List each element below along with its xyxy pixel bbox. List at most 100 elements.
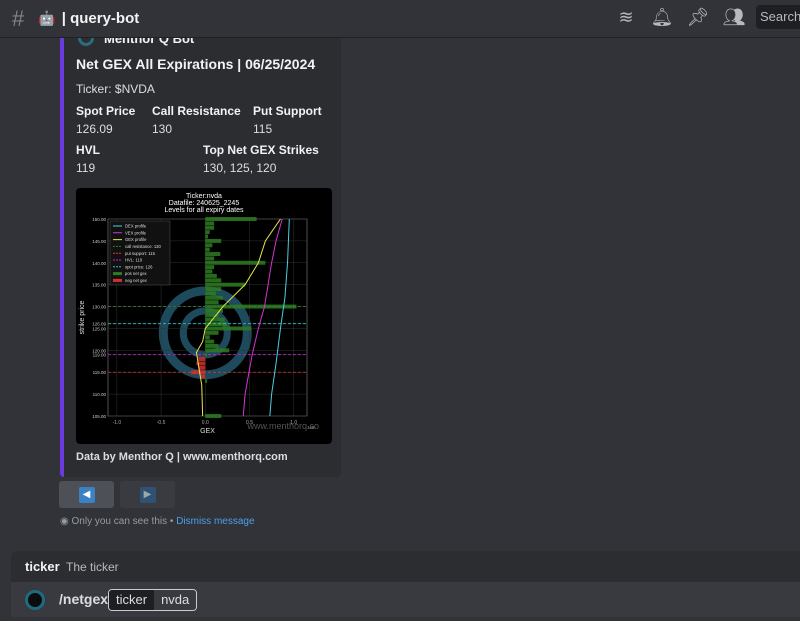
field-name: Spot Price <box>76 104 136 118</box>
bell-icon[interactable]: 🔔︎ <box>644 7 680 28</box>
ephemeral-notice: ◉ Only you can see this • Dismiss messag… <box>60 516 255 527</box>
pos-gex-bar <box>205 287 222 292</box>
right-arrow-icon: ▶ <box>139 486 156 503</box>
embed-ticker: Ticker: $NVDA <box>76 82 155 96</box>
legend-label: HVL: 119 <box>125 258 143 263</box>
legend-label: put support: 115 <box>125 251 156 256</box>
chart-title: Ticker:nvda <box>186 193 222 200</box>
pos-gex-bar <box>205 238 222 243</box>
field-value: 115 <box>253 122 273 136</box>
watermark-text: www.menthorq.co <box>246 421 319 431</box>
x-tick-label: 0.0 <box>202 420 209 426</box>
legend-label: VEX profile <box>125 230 147 235</box>
pos-gex-bar <box>205 379 208 383</box>
pos-gex-bar <box>205 265 215 270</box>
channel-name: query-bot <box>70 10 140 27</box>
channel-header: # 🤖 | query-bot ≋ 🔔︎ 📌︎ 👥︎ Search <box>0 0 800 38</box>
dismiss-message-link[interactable]: Dismiss message <box>176 516 254 527</box>
left-arrow-icon: ◀ <box>78 486 95 503</box>
y-tick-label: 140.00 <box>92 261 106 266</box>
embed-footer: Data by Menthor Q | www.menthorq.com <box>76 451 288 463</box>
prev-button[interactable]: ◀ <box>59 481 114 508</box>
command-name: /netgex <box>59 591 109 607</box>
pos-gex-bar <box>205 252 221 256</box>
pos-gex-bar <box>205 326 252 331</box>
bot-embed: Menthor Q Bot Net GEX All Expirations | … <box>60 20 341 477</box>
y-tick-label: 135.00 <box>92 283 106 288</box>
y-tick-label: 110.00 <box>93 392 107 397</box>
chart-title: Levels for all expiry dates <box>165 207 244 214</box>
param-value[interactable]: nvda <box>154 590 197 610</box>
members-icon[interactable]: 👥︎ <box>716 7 752 28</box>
pos-gex-bar <box>205 348 230 353</box>
field-name: HVL <box>76 143 100 157</box>
pos-gex-bar <box>205 300 219 305</box>
y-tick-label: 119.00 <box>93 353 107 358</box>
y-tick-label: 145.00 <box>92 239 106 244</box>
pos-gex-bar <box>205 414 222 418</box>
threads-icon[interactable]: ≋ <box>608 7 644 28</box>
pos-gex-bar <box>205 217 257 221</box>
chart-title: Datafile: 240625_2245 <box>169 200 240 207</box>
field-name: Call Resistance <box>152 104 241 118</box>
pos-gex-bar <box>205 330 219 335</box>
field-name: Top Net GEX Strikes <box>203 143 319 157</box>
pos-gex-bar <box>205 282 246 287</box>
y-axis-label: strike price <box>79 300 86 334</box>
pos-gex-bar <box>205 225 215 230</box>
command-option-hint[interactable]: ticker The ticker <box>11 551 800 582</box>
gex-chart-image[interactable]: Ticker:nvda Datafile: 240625_2245 Levels f… <box>76 188 332 444</box>
next-button[interactable]: ▶ <box>120 481 175 508</box>
y-tick-label: 115.00 <box>93 370 107 375</box>
channel-hash-icon: # <box>12 5 25 31</box>
legend-label: pos net gex <box>125 271 148 276</box>
pos-gex-bar <box>205 247 210 252</box>
y-tick-label: 125.00 <box>92 326 106 331</box>
pos-gex-bar <box>205 343 219 348</box>
pos-gex-bar <box>205 295 223 300</box>
series-dex-profile <box>269 218 290 417</box>
pos-gex-bar <box>205 317 225 322</box>
y-tick-label: 105.00 <box>92 414 106 419</box>
field-value: 126.09 <box>76 122 113 136</box>
search-input[interactable]: Search <box>756 5 800 29</box>
gex-chart: Ticker:nvdaDatafile: 240625_2245Levels f… <box>79 193 319 435</box>
pos-gex-bar <box>205 278 222 283</box>
pos-gex-bar <box>205 230 210 235</box>
param-name: ticker <box>109 590 155 610</box>
x-tick-label: -0.5 <box>157 420 166 426</box>
ticker-param[interactable]: ticker nvda <box>108 589 198 611</box>
pos-gex-bar <box>205 256 215 261</box>
legend-label: spot price: 126 <box>125 264 153 269</box>
pin-icon[interactable]: 📌︎ <box>680 7 716 28</box>
neg-gex-bar <box>198 357 206 362</box>
pos-gex-bar <box>205 234 208 239</box>
legend-label: DEX profile <box>125 224 147 229</box>
pos-gex-bar <box>205 339 215 344</box>
pos-gex-bar <box>205 221 215 226</box>
field-name: Put Support <box>253 104 322 118</box>
pos-gex-bar <box>205 273 217 278</box>
option-name: ticker <box>25 559 60 574</box>
field-value: 130, 125, 120 <box>203 161 277 175</box>
pos-gex-bar <box>205 291 216 296</box>
x-tick-label: -1.0 <box>113 420 122 426</box>
field-value: 119 <box>76 161 96 175</box>
embed-title: Net GEX All Expirations | 06/25/2024 <box>76 56 316 72</box>
y-tick-label: 130.00 <box>92 305 106 310</box>
robot-emoji: 🤖 <box>38 10 56 26</box>
pos-gex-bar <box>205 335 210 340</box>
bot-avatar <box>25 590 45 610</box>
eye-icon: ◉ <box>60 516 69 527</box>
option-description: The ticker <box>66 560 119 574</box>
legend-label: call resistance: 130 <box>125 244 162 249</box>
legend-label: neg net gex <box>125 278 148 283</box>
x-axis-label: GEX <box>200 428 215 435</box>
ephemeral-text: Only you can see this • <box>71 516 177 527</box>
pos-gex-bar <box>205 269 213 274</box>
pos-gex-bar <box>205 260 266 265</box>
pos-gex-bar <box>205 243 213 248</box>
y-tick-label: 150.00 <box>92 217 106 222</box>
channel-title: | query-bot <box>61 10 140 27</box>
legend-label: GEX profile <box>125 237 147 242</box>
